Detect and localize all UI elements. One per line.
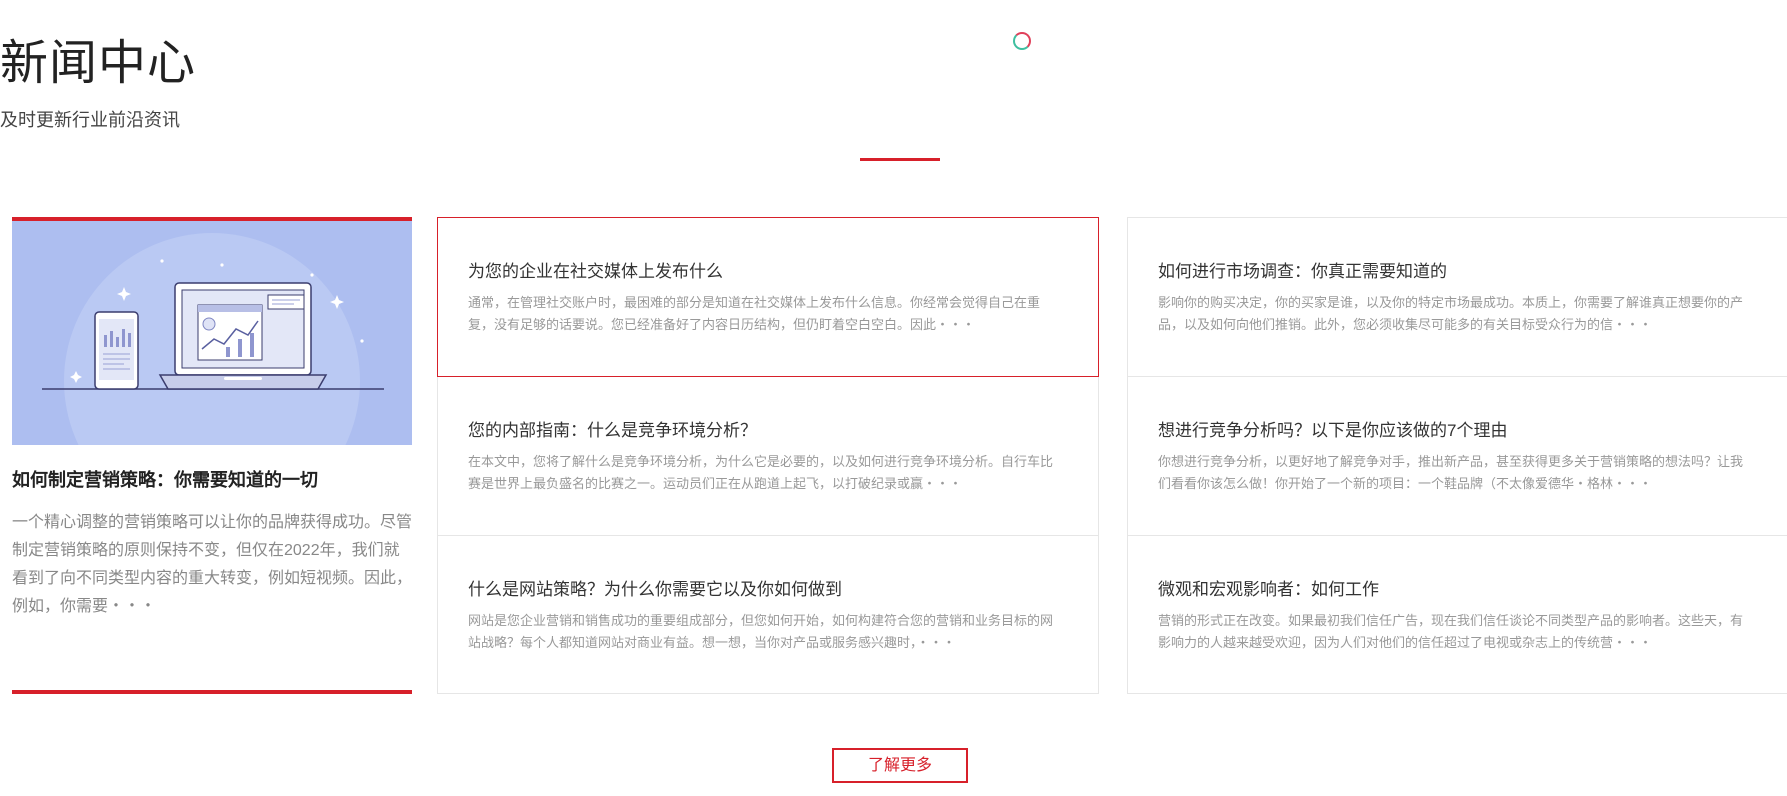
news-card-summary: 在本文中，您将了解什么是竞争环境分析，为什么它是必要的，以及如何进行竞争环境分析… [468, 454, 1054, 491]
learn-more-button[interactable]: 了解更多 [832, 748, 968, 783]
news-card[interactable]: 如何进行市场调查：你真正需要知道的 影响你的购买决定，你的买家是谁，以及你的特定… [1127, 217, 1787, 377]
title-divider [860, 158, 940, 161]
news-card-summary: 你想进行竞争分析，以更好地了解竞争对手，推出新产品，甚至获得更多关于营销策略的想… [1158, 454, 1744, 491]
news-card-title[interactable]: 微观和宏观影响者：如何工作 [1158, 578, 1776, 602]
news-card-title[interactable]: 什么是网站策略？为什么你需要它以及你如何做到 [468, 578, 1068, 602]
news-card-summary: 通常，在管理社交账户时，最困难的部分是知道在社交媒体上发布什么信息。你经常会觉得… [468, 295, 1041, 332]
featured-summary: 一个精心调整的营销策略可以让你的品牌获得成功。尽管制定营销策略的原则保持不变，但… [12, 514, 413, 615]
featured-article[interactable]: 如何制定营销策略：你需要知道的一切 一个精心调整的营销策略可以让你的品牌获得成功… [12, 217, 412, 694]
news-card[interactable]: 想进行竞争分析吗？以下是你应该做的7个理由 你想进行竞争分析，以更好地了解竞争对… [1127, 376, 1787, 536]
featured-bottom-border [12, 690, 412, 694]
loading-spinner-icon [1013, 32, 1031, 50]
featured-image[interactable] [12, 221, 412, 445]
news-card[interactable]: 为您的企业在社交媒体上发布什么 通常，在管理社交账户时，最困难的部分是知道在社交… [437, 217, 1099, 377]
featured-title[interactable]: 如何制定营销策略：你需要知道的一切 [12, 467, 412, 493]
news-card-title[interactable]: 如何进行市场调查：你真正需要知道的 [1158, 260, 1776, 284]
page-title: 新闻中心 [0, 37, 197, 90]
news-card-title[interactable]: 您的内部指南：什么是竞争环境分析？ [468, 419, 1068, 443]
news-card-summary: 营销的形式正在改变。如果最初我们信任广告，现在我们信任谈论不同类型产品的影响者。… [1158, 613, 1744, 650]
news-card-title[interactable]: 想进行竞争分析吗？以下是你应该做的7个理由 [1158, 419, 1776, 443]
laptop-phone-chart-illustration-icon [42, 233, 384, 445]
news-card[interactable]: 什么是网站策略？为什么你需要它以及你如何做到 网站是您企业营销和销售成功的重要组… [437, 535, 1099, 694]
news-card[interactable]: 微观和宏观影响者：如何工作 营销的形式正在改变。如果最初我们信任广告，现在我们信… [1127, 535, 1787, 694]
news-card-summary: 影响你的购买决定，你的买家是谁，以及你的特定市场最成功。本质上，你需要了解谁真正… [1158, 295, 1744, 332]
news-card-title[interactable]: 为您的企业在社交媒体上发布什么 [468, 260, 1068, 284]
news-card[interactable]: 您的内部指南：什么是竞争环境分析？ 在本文中，您将了解什么是竞争环境分析，为什么… [437, 376, 1099, 536]
page-subtitle: 及时更新行业前沿资讯 [0, 110, 180, 130]
news-card-summary: 网站是您企业营销和销售成功的重要组成部分，但您如何开始，如何构建符合您的营销和业… [468, 613, 1054, 650]
